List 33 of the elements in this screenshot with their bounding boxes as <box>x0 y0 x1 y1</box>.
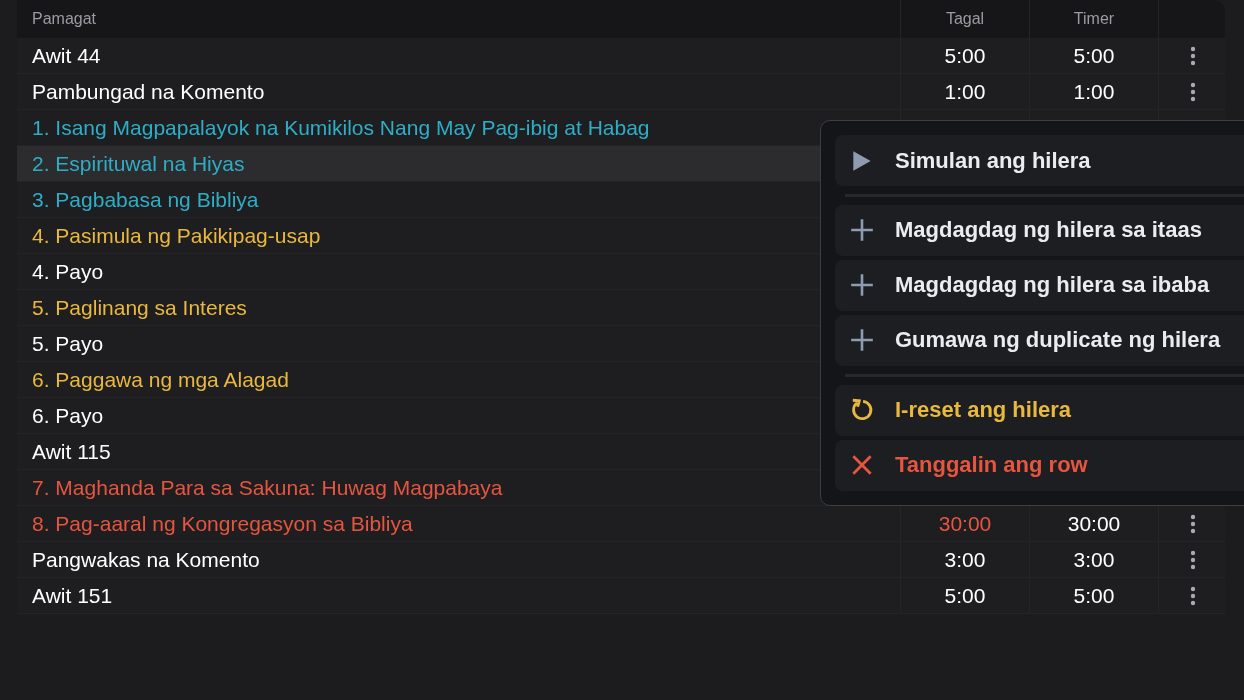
timer-text: 1:00 <box>1073 79 1115 104</box>
menu-item-label: Simulan ang hilera <box>895 147 1091 174</box>
row-title: Awit 44 <box>32 43 101 68</box>
row-title: Awit 115 <box>32 439 111 464</box>
duration-text: 3:00 <box>944 547 986 572</box>
duration-text: 1:00 <box>944 79 986 104</box>
row-title: 6. Payo <box>32 403 104 428</box>
row-title: 8. Pag-aaral ng Kongregasyon sa Bibliya <box>32 511 413 536</box>
timer-text: 30:00 <box>1067 511 1121 536</box>
row-title: 4. Pasimula ng Pakikipag-usap <box>32 223 321 248</box>
timer-text: 5:00 <box>1073 583 1115 608</box>
row-title: Pangwakas na Komento <box>32 547 260 572</box>
row-title: Pambungad na Komento <box>32 79 265 104</box>
column-header: Pamagat <box>32 10 97 28</box>
row-title: 6. Paggawa ng mga Alagad <box>32 367 289 392</box>
timer-text: 5:00 <box>1073 43 1115 68</box>
row-title: Awit 151 <box>32 583 113 608</box>
duration-text: 30:00 <box>938 511 992 536</box>
column-header: Timer <box>1073 10 1115 28</box>
menu-item-label: Gumawa ng duplicate ng hilera <box>895 327 1221 354</box>
duration-text: 5:00 <box>944 583 986 608</box>
timer-text: 3:00 <box>1073 547 1115 572</box>
row-title: 7. Maghanda Para sa Sakuna: Huwag Magpabaya <box>32 475 503 500</box>
row-title: 5. Payo <box>32 331 104 356</box>
column-header: Tagal <box>945 10 985 28</box>
row-title: 2. Espirituwal na Hiyas <box>32 151 245 176</box>
duration-text: 5:00 <box>944 43 986 68</box>
row-title: 1. Isang Magpapalayok na Kumikilos Nang May Pag-ibig at Habag <box>32 115 650 140</box>
menu-item-label: Magdagdag ng hilera sa itaas <box>895 217 1202 244</box>
row-title: 4. Payo <box>32 259 104 284</box>
menu-item-label: I-reset ang hilera <box>895 397 1072 424</box>
row-title: 5. Paglinang sa Interes <box>32 295 247 320</box>
row-title: 3. Pagbabasa ng Bibliya <box>32 187 259 212</box>
